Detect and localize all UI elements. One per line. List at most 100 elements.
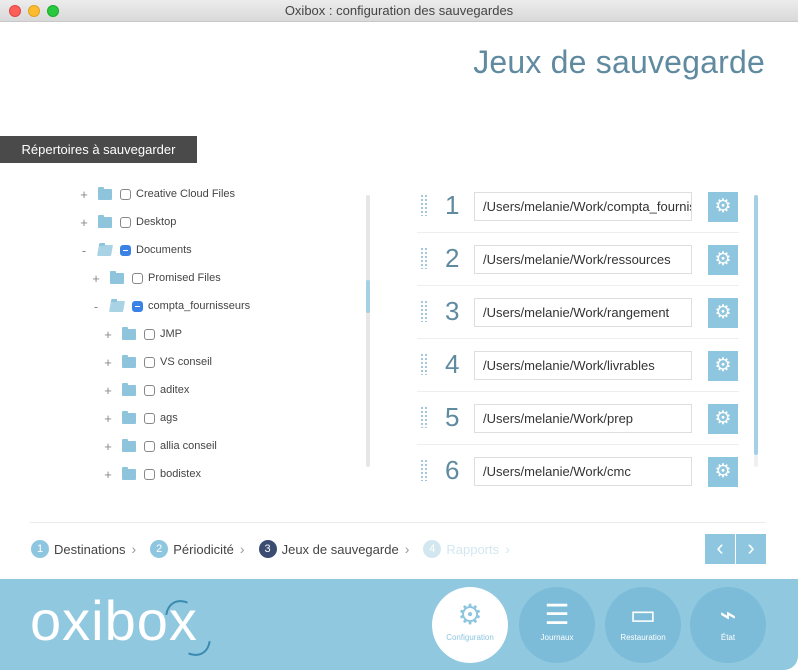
folder-checkbox[interactable] (120, 244, 131, 256)
maximize-window-button[interactable] (47, 5, 59, 17)
close-window-button[interactable] (9, 5, 21, 17)
tree-item[interactable]: + Creative Cloud Files (78, 180, 235, 208)
wizard-step[interactable]: 2 Périodicité › (150, 540, 245, 558)
folder-icon (110, 270, 124, 284)
collapse-icon[interactable]: - (78, 243, 90, 258)
chevron-right-icon: › (131, 541, 137, 557)
drag-handle-icon[interactable] (420, 300, 428, 322)
set-number: 6 (445, 455, 460, 485)
set-path-input[interactable] (474, 298, 692, 327)
minimize-window-button[interactable] (28, 5, 40, 17)
tree-item[interactable]: + Desktop (78, 208, 176, 236)
folder-checkbox[interactable] (132, 300, 143, 312)
tree-item[interactable]: + Promised Files (90, 264, 221, 292)
folder-icon (122, 382, 136, 396)
wizard-step[interactable]: 1 Destinations › (31, 540, 136, 558)
tree-item[interactable]: + VS conseil (102, 348, 212, 376)
gear-icon: ⚙ (714, 249, 732, 270)
tree-item[interactable]: + bodistex (102, 460, 201, 480)
step-number-badge: 2 (150, 540, 169, 558)
expand-icon[interactable]: + (102, 467, 114, 481)
backup-set-row: 4⚙ (417, 339, 739, 392)
tree-scrollbar-track[interactable] (366, 195, 370, 467)
folder-label: Desktop (136, 216, 177, 228)
folder-icon (122, 466, 136, 480)
set-path-input[interactable] (474, 351, 692, 380)
sets-scrollbar-thumb[interactable] (754, 195, 758, 455)
set-settings-button[interactable]: ⚙ (708, 298, 738, 328)
folder-checkbox[interactable] (132, 272, 143, 284)
gear-icon: ⚙ (714, 196, 732, 217)
folder-label: aditex (160, 384, 190, 396)
wizard-step[interactable]: 3 Jeux de sauvegarde › (258, 540, 410, 558)
chevron-right-icon: › (404, 541, 410, 557)
window-titlebar: Oxibox : configuration des sauvegardes (0, 0, 798, 22)
nav-journaux-button[interactable]: ☰ Journaux (519, 587, 595, 663)
set-path-input[interactable] (474, 404, 692, 433)
previous-step-button[interactable]: ‹ (705, 534, 735, 564)
set-settings-button[interactable]: ⚙ (708, 245, 738, 275)
backup-set-row: 3⚙ (417, 286, 739, 339)
set-path-input[interactable] (474, 245, 692, 274)
chevron-left-icon: ‹ (716, 535, 724, 560)
folder-label: Documents (136, 244, 192, 256)
wizard-step: 4 Rapports › (423, 540, 510, 558)
expand-icon[interactable]: + (78, 187, 90, 202)
collapse-icon[interactable]: - (90, 299, 102, 314)
tree-item[interactable]: + ags (102, 404, 178, 432)
expand-icon[interactable]: + (90, 271, 102, 286)
expand-icon[interactable]: + (102, 355, 114, 370)
gears-icon: ⚙ (457, 599, 483, 630)
backup-set-row: 1⚙ (417, 180, 739, 233)
set-number: 5 (445, 402, 460, 432)
set-settings-button[interactable]: ⚙ (708, 192, 738, 222)
step-number-badge: 3 (258, 540, 277, 558)
tree-item[interactable]: + JMP (102, 320, 182, 348)
tree-item[interactable]: + allia conseil (102, 432, 217, 460)
folder-icon (98, 186, 112, 200)
expand-icon[interactable]: + (102, 383, 114, 398)
set-settings-button[interactable]: ⚙ (708, 457, 738, 487)
drag-handle-icon[interactable] (420, 247, 428, 269)
set-path-input[interactable] (474, 192, 692, 221)
tree-scrollbar-thumb[interactable] (366, 280, 370, 313)
folder-checkbox[interactable] (144, 356, 155, 368)
folder-checkbox[interactable] (120, 216, 131, 228)
set-path-input[interactable] (474, 457, 692, 486)
expand-icon[interactable]: + (102, 439, 114, 454)
drag-handle-icon[interactable] (420, 459, 428, 481)
page-title: Jeux de sauvegarde (473, 44, 765, 80)
folder-checkbox[interactable] (144, 328, 155, 340)
drag-handle-icon[interactable] (420, 353, 428, 375)
folder-checkbox[interactable] (144, 468, 155, 480)
nav-label: Configuration (446, 633, 494, 642)
folder-checkbox[interactable] (144, 384, 155, 396)
next-step-button[interactable]: › (736, 534, 766, 564)
tree-item[interactable]: - compta_fournisseurs (90, 292, 250, 320)
expand-icon[interactable]: + (78, 215, 90, 230)
folder-label: allia conseil (160, 440, 217, 452)
chevron-right-icon: › (239, 541, 245, 557)
backup-set-row: 5⚙ (417, 392, 739, 445)
folder-checkbox[interactable] (144, 440, 155, 452)
expand-icon[interactable]: + (102, 411, 114, 426)
nav-label: État (720, 633, 736, 642)
nav-tat-button[interactable]: ⌁ État (690, 587, 766, 663)
set-settings-button[interactable]: ⚙ (708, 351, 738, 381)
folder-open-icon (97, 244, 113, 256)
folder-checkbox[interactable] (120, 188, 131, 200)
nav-restauration-button[interactable]: ▭ Restauration (605, 587, 681, 663)
folder-open-icon (109, 300, 125, 312)
drag-handle-icon[interactable] (420, 194, 428, 216)
document-icon: ☰ (544, 599, 570, 630)
folder-checkbox[interactable] (144, 412, 155, 424)
folder-label: Promised Files (148, 272, 221, 284)
nav-configuration-button[interactable]: ⚙ Configuration (432, 587, 508, 663)
folder-label: Creative Cloud Files (136, 188, 236, 200)
drag-handle-icon[interactable] (420, 406, 428, 428)
expand-icon[interactable]: + (102, 327, 114, 342)
tree-item[interactable]: + aditex (102, 376, 189, 404)
tree-item[interactable]: - Documents (78, 236, 192, 264)
set-settings-button[interactable]: ⚙ (708, 404, 738, 434)
gear-icon: ⚙ (714, 302, 732, 323)
